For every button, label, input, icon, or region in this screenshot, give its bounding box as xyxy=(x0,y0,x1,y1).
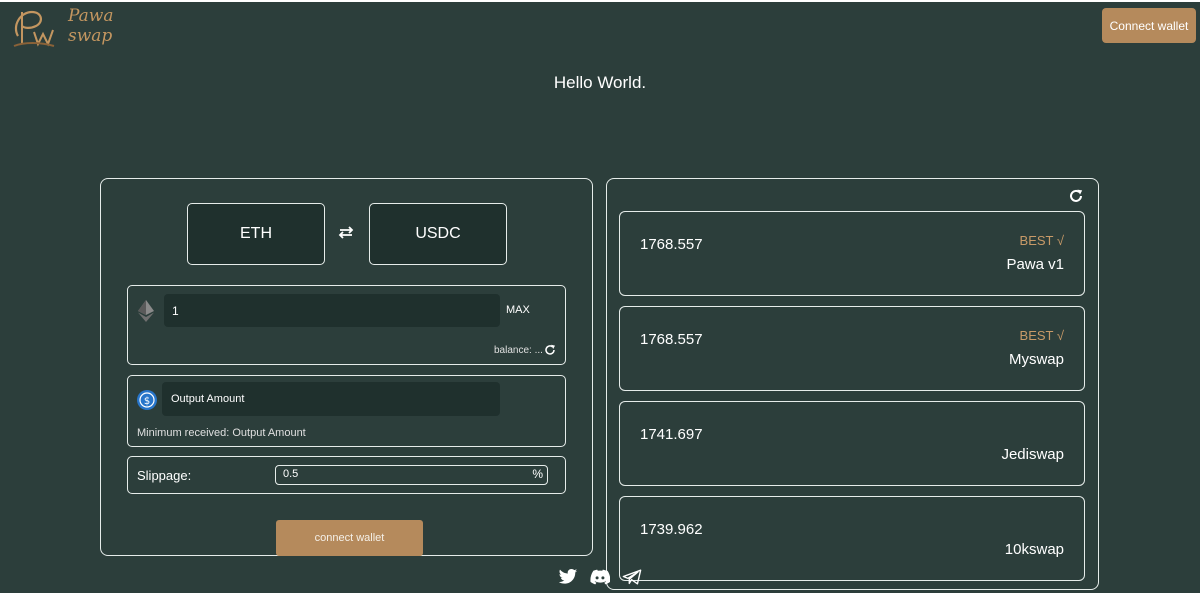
dex-name: Pawa v1 xyxy=(1006,256,1064,273)
to-token-button[interactable]: USDC xyxy=(369,203,507,265)
max-button[interactable]: MAX xyxy=(506,304,530,316)
dex-name: Jediswap xyxy=(1001,446,1064,463)
balance-refresh-icon[interactable] xyxy=(544,344,556,356)
swap-direction-icon[interactable] xyxy=(337,223,355,241)
quote-card-jediswap[interactable]: 1741.697 Jediswap xyxy=(619,401,1085,486)
quote-price: 1741.697 xyxy=(640,426,703,443)
minimum-received-text: Minimum received: Output Amount xyxy=(137,427,306,439)
hero-title: Hello World. xyxy=(553,73,647,92)
quote-card-myswap[interactable]: 1768.557 BEST √ Myswap xyxy=(619,306,1085,391)
dex-name: Myswap xyxy=(1008,351,1064,368)
discord-icon[interactable] xyxy=(590,568,610,586)
input-amount-box: MAX balance: ... xyxy=(127,285,566,365)
output-amount-field: Output Amount xyxy=(162,382,500,416)
refresh-icon[interactable] xyxy=(1068,188,1084,204)
quote-price: 1739.962 xyxy=(640,521,703,538)
telegram-icon[interactable] xyxy=(622,568,642,586)
quote-card-pawa-v1[interactable]: 1768.557 BEST √ Pawa v1 xyxy=(619,211,1085,296)
best-badge: BEST √ xyxy=(1019,233,1064,248)
slippage-percent-sign: % xyxy=(532,467,543,481)
amount-input[interactable] xyxy=(164,294,500,327)
quote-card-10kswap[interactable]: 1739.962 10kswap xyxy=(619,496,1085,581)
quotes-panel: 1768.557 BEST √ Pawa v1 1768.557 BEST √ … xyxy=(606,178,1099,590)
usdc-icon: $ xyxy=(137,390,157,410)
ethereum-icon xyxy=(138,300,154,322)
slippage-input[interactable]: 0.5 % xyxy=(275,465,548,485)
output-amount-box: $ Output Amount Minimum received: Output… xyxy=(127,375,566,447)
slippage-box: Slippage: 0.5 % xyxy=(127,456,566,494)
brand-name: Pawa swap xyxy=(68,6,114,46)
best-badge: BEST √ xyxy=(1019,328,1064,343)
brand-name-line1: Pawa xyxy=(68,6,114,26)
quote-price: 1768.557 xyxy=(640,331,703,348)
logo-mark-icon xyxy=(13,10,55,47)
twitter-icon[interactable] xyxy=(558,568,578,586)
quote-price: 1768.557 xyxy=(640,236,703,253)
from-token-button[interactable]: ETH xyxy=(187,203,325,265)
balance-text: balance: ... xyxy=(494,345,543,356)
swap-panel: ETH USDC MAX balance: ... $ Output Amoun… xyxy=(100,178,593,556)
dex-name: 10kswap xyxy=(1004,541,1064,558)
slippage-value: 0.5 xyxy=(283,468,299,480)
brand-name-line2: swap xyxy=(68,26,113,46)
swap-connect-wallet-button[interactable]: connect wallet xyxy=(276,520,423,556)
top-border xyxy=(0,0,1200,2)
slippage-label: Slippage: xyxy=(137,468,192,483)
logo[interactable]: Pawa swap xyxy=(6,4,116,50)
svg-text:$: $ xyxy=(144,396,150,407)
header-connect-wallet-button[interactable]: Connect wallet xyxy=(1102,8,1196,43)
